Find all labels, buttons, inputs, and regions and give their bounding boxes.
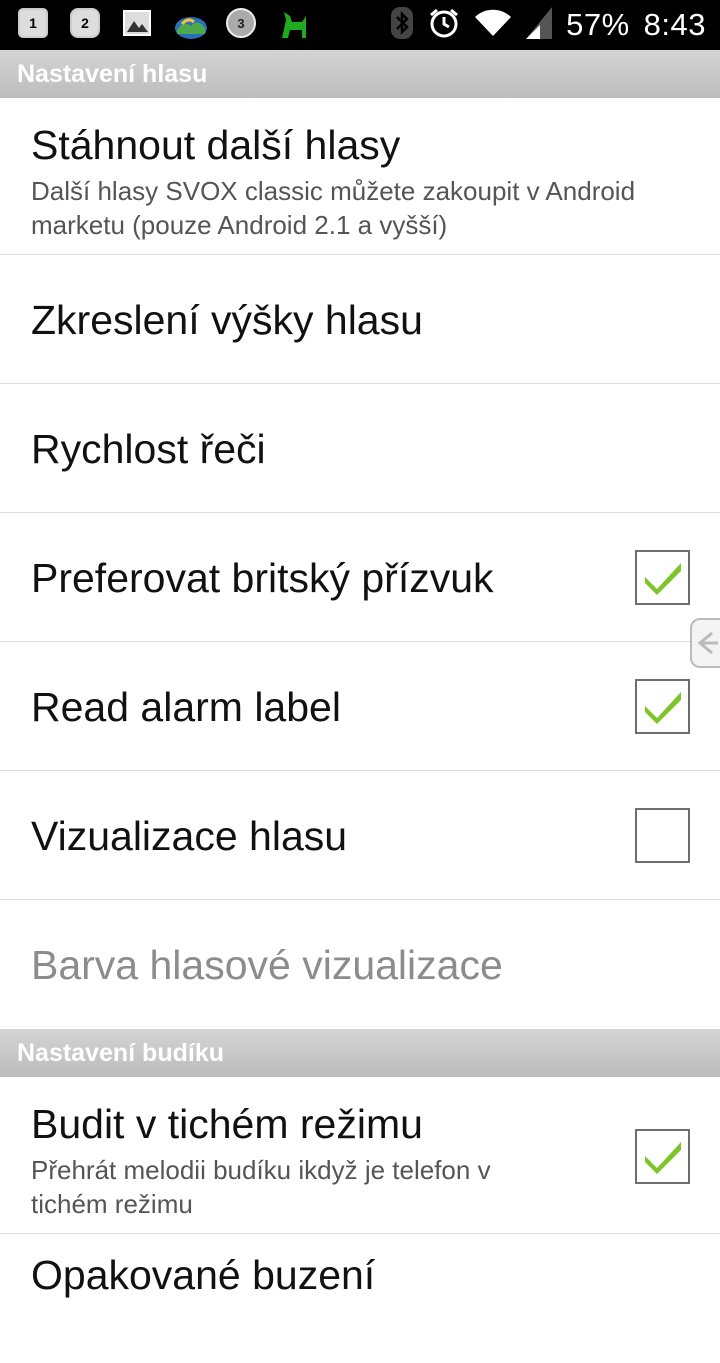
pref-title: Budit v tichém režimu	[31, 1101, 423, 1147]
alarm-icon	[428, 7, 460, 44]
silent-mode-wake-checkbox[interactable]	[635, 1129, 690, 1184]
battery-percent: 57%	[566, 7, 630, 42]
alarm-app-icon: 3	[226, 8, 260, 42]
voice-visualization-checkbox[interactable]	[635, 808, 690, 863]
pref-title: Rychlost řeči	[31, 426, 266, 472]
pref-summary: Další hlasy SVOX classic můžete zakoupit…	[31, 176, 636, 240]
calendar-badge: 1	[18, 8, 48, 38]
bluetooth-icon	[390, 6, 414, 45]
pref-voice-visualization[interactable]: Vizualizace hlasu	[0, 771, 720, 900]
weather-icon	[174, 8, 208, 42]
pref-summary: Přehrát melodii budíku ikdyž je telefon …	[31, 1155, 491, 1219]
alarm-app-badge: 3	[226, 8, 256, 38]
pref-british-accent[interactable]: Preferovat britský přízvuk	[0, 513, 720, 642]
section-header-alarm: Nastavení budíku	[0, 1029, 720, 1077]
side-drawer-handle[interactable]	[690, 618, 720, 668]
clock: 8:43	[643, 7, 706, 42]
calendar-icon: 1	[18, 8, 52, 42]
signal-icon	[526, 6, 553, 44]
android-app-icon	[278, 8, 312, 42]
pref-repeated-wake[interactable]: Opakované buzení	[0, 1234, 720, 1363]
pref-speed[interactable]: Rychlost řeči	[0, 384, 720, 513]
pref-title: Preferovat britský přízvuk	[31, 555, 494, 601]
section-header-voice: Nastavení hlasu	[0, 50, 720, 98]
checkmark-icon	[645, 692, 681, 724]
pref-download-voices[interactable]: Stáhnout další hlasy Další hlasy SVOX cl…	[0, 98, 720, 255]
pref-title: Stáhnout další hlasy	[31, 122, 401, 168]
pref-title: Vizualizace hlasu	[31, 813, 348, 859]
pref-title: Opakované buzení	[31, 1252, 376, 1298]
arrow-left-icon	[697, 631, 718, 655]
pref-title: Read alarm label	[31, 684, 341, 730]
sync-icon: 2	[70, 8, 104, 42]
pref-read-alarm-label[interactable]: Read alarm label	[0, 642, 720, 771]
notification-icons: 1 2 3	[18, 8, 312, 42]
read-alarm-label-checkbox[interactable]	[635, 679, 690, 734]
pref-silent-mode-wake[interactable]: Budit v tichém režimu Přehrát melodii bu…	[0, 1077, 720, 1234]
status-bar: 1 2 3 57% 8:43	[0, 0, 720, 50]
gallery-icon	[122, 8, 156, 42]
checkmark-icon	[645, 1142, 681, 1174]
checkmark-icon	[645, 563, 681, 595]
system-icons: 57% 8:43	[390, 0, 706, 50]
british-accent-checkbox[interactable]	[635, 550, 690, 605]
sync-badge: 2	[70, 8, 100, 38]
pref-title: Zkreslení výšky hlasu	[31, 297, 423, 343]
wifi-icon	[474, 8, 512, 43]
pref-visualization-color: Barva hlasové vizualizace	[0, 900, 720, 1029]
pref-title: Barva hlasové vizualizace	[31, 942, 503, 988]
pref-pitch[interactable]: Zkreslení výšky hlasu	[0, 255, 720, 384]
